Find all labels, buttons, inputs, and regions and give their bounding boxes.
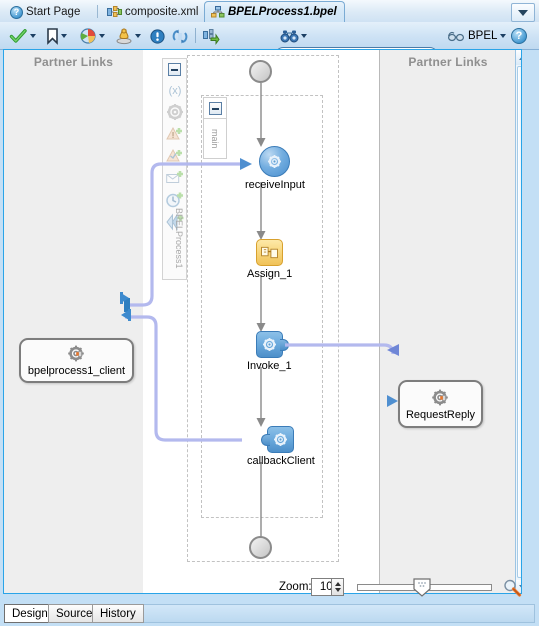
activity-receiveInput[interactable]: receiveInput — [245, 146, 305, 191]
partner-link-requestreply[interactable]: RequestReply — [398, 380, 483, 428]
gear-icon — [273, 432, 288, 447]
deploy-button[interactable] — [116, 26, 141, 46]
activity-label: receiveInput — [245, 179, 305, 191]
tab-overflow-menu-button[interactable] — [511, 3, 535, 22]
process-flow-canvas: (x) BPELProcess1 main receiveInput Assig… — [143, 50, 379, 593]
zoom-label: Zoom: — [279, 581, 312, 593]
gear-partnerlink-icon — [67, 344, 87, 364]
validate-dropdown-arrow[interactable] — [30, 34, 36, 38]
bpel-design-canvas: Partner Links Partner Links (x) BPELProc… — [3, 49, 522, 594]
activity-Assign_1[interactable]: Assign_1 — [247, 239, 292, 280]
activity-Invoke_1[interactable]: Invoke_1 — [247, 331, 292, 372]
help-icon: ? — [511, 28, 527, 44]
bottom-tab-filler — [131, 604, 535, 623]
run-button[interactable] — [80, 26, 105, 46]
activity-label: Assign_1 — [247, 268, 293, 280]
search-dropdown-arrow[interactable] — [301, 34, 307, 38]
design-source-history-tabs: Design Source History — [0, 600, 539, 626]
activity-label: Invoke_1 — [247, 360, 292, 372]
editor-tab-label: Start Page — [26, 6, 81, 18]
partner-links-panel-right: Partner Links — [379, 50, 516, 593]
glasses-icon — [447, 31, 465, 42]
scroll-up-button[interactable] — [516, 50, 521, 65]
composite-icon — [107, 6, 122, 18]
partner-links-panel-left: Partner Links — [4, 50, 144, 593]
green-check-icon — [9, 28, 27, 44]
view-selector-button[interactable]: BPEL — [447, 26, 507, 46]
globe-icon — [80, 28, 96, 44]
terminator-circle-icon — [249, 536, 272, 559]
spinner-down-icon[interactable] — [334, 588, 341, 592]
receive-activity-icon — [259, 146, 291, 177]
refresh-button[interactable] — [172, 26, 188, 46]
invoke-port-icon — [279, 339, 289, 351]
validate-button[interactable] — [9, 26, 36, 46]
editor-tab-label: composite.xml — [125, 6, 199, 18]
gear-partnerlink-icon — [431, 388, 451, 408]
bookmark-icon — [47, 28, 58, 45]
bookmark-button[interactable] — [47, 26, 67, 46]
help-button[interactable]: ? — [511, 26, 527, 46]
editor-tab-composite-xml[interactable]: composite.xml — [101, 2, 206, 22]
toolbar-separator — [195, 28, 196, 43]
scrollbar-thumb[interactable] — [517, 66, 521, 578]
tab-separator — [97, 5, 98, 18]
canvas-vertical-scrollbar[interactable] — [515, 50, 521, 593]
zoom-reset-button[interactable] — [503, 579, 522, 597]
tab-history[interactable]: History — [92, 604, 144, 623]
jdeveloper-bpel-editor-window: ? Start Page composite.xml BPELProcess1.… — [0, 0, 539, 626]
partner-links-title-right: Partner Links — [408, 55, 488, 69]
composite-view-button[interactable] — [203, 26, 220, 46]
partner-link-label: bpelprocess1_client — [27, 365, 126, 377]
gear-icon — [267, 154, 282, 169]
spinner-up-icon[interactable] — [334, 582, 341, 586]
error-button[interactable] — [150, 26, 165, 46]
deploy-dropdown-arrow[interactable] — [135, 34, 141, 38]
zoom-slider-thumb[interactable] — [413, 578, 431, 597]
scroll-up-icon — [519, 55, 521, 60]
zoom-reset-icon — [503, 579, 522, 597]
refresh-icon — [172, 29, 188, 44]
editor-tab-bpelprocess1-bpel[interactable]: BPELProcess1.bpel — [204, 1, 345, 22]
composite-green-icon — [203, 28, 220, 45]
activity-callbackClient[interactable]: callbackClient — [247, 426, 315, 467]
editor-tab-start-page[interactable]: ? Start Page — [4, 2, 87, 22]
bookmark-dropdown-arrow[interactable] — [61, 34, 67, 38]
binoculars-icon — [280, 30, 299, 43]
callback-port-icon — [261, 434, 271, 446]
invoke-activity-icon — [255, 331, 289, 358]
exclamation-icon — [150, 28, 165, 44]
partner-link-bpelprocess1-client[interactable]: bpelprocess1_client — [19, 338, 134, 383]
assign-activity-icon — [256, 239, 284, 266]
partner-link-label: RequestReply — [405, 408, 476, 421]
zoom-stepper[interactable] — [331, 578, 344, 596]
view-selector-dropdown-arrow[interactable] — [500, 34, 507, 38]
question-icon: ? — [10, 5, 23, 19]
deploy-icon — [116, 28, 132, 45]
editor-toolbar: BPEL ? — [0, 22, 539, 66]
start-terminator[interactable] — [249, 60, 272, 83]
sequence-connectors — [256, 83, 266, 537]
end-terminator[interactable] — [249, 536, 272, 559]
search-scope-button[interactable] — [280, 26, 307, 46]
gear-icon — [262, 337, 277, 352]
run-dropdown-arrow[interactable] — [99, 34, 105, 38]
editor-tab-strip: ? Start Page composite.xml BPELProcess1.… — [0, 0, 539, 23]
bpel-icon — [211, 6, 225, 18]
terminator-circle-icon — [249, 60, 272, 83]
view-selector-label: BPEL — [468, 30, 498, 42]
callback-activity-icon — [261, 426, 295, 453]
chevron-down-icon — [518, 9, 528, 16]
zoom-bar: Zoom: 100 — [0, 576, 539, 600]
activity-label: callbackClient — [247, 455, 315, 467]
partner-links-title-left: Partner Links — [33, 55, 114, 69]
editor-tab-label: BPELProcess1.bpel — [228, 6, 337, 18]
